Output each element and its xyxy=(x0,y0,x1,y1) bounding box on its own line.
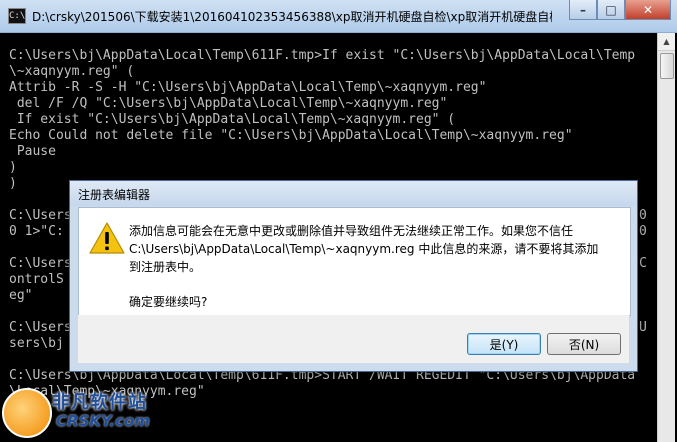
scroll-up-arrow-icon[interactable]: ▲ xyxy=(658,33,675,51)
console-titlebar[interactable]: C:\ D:\crsky\201506\下载安装1\20160410235345… xyxy=(0,0,677,33)
dialog-question: 确定要继续吗? xyxy=(129,295,208,309)
watermark-text-cn: 非凡软件站 xyxy=(52,392,147,413)
dialog-message: 添加信息可能会在无意中更改或删除值并导致组件无法继续正常工作。如果您不信任 C:… xyxy=(129,224,599,274)
console-line: ) xyxy=(9,176,17,191)
dialog-titlebar[interactable]: 注册表编辑器 xyxy=(70,181,637,206)
console-line: del /F /Q "C:\Users\bj\AppData\Local\Tem… xyxy=(9,96,448,111)
close-button[interactable]: ✕ xyxy=(625,0,671,20)
console-line: Pause xyxy=(9,144,56,159)
console-line: 0 1>"C: xyxy=(9,224,64,239)
dialog-title: 注册表编辑器 xyxy=(78,188,151,202)
console-line: Echo Could not delete file "C:\Users\bj\… xyxy=(9,128,573,143)
console-line: C:\Users\bj\AppData\Local\Temp\611F.tmp>… xyxy=(9,48,636,63)
console-fragment: 0 xyxy=(639,224,647,239)
console-fragment: 0 xyxy=(639,208,647,223)
console-fragment: U xyxy=(639,320,647,335)
window-controls: – □ ✕ xyxy=(569,0,671,20)
maximize-button[interactable]: □ xyxy=(597,0,625,20)
console-line: C:\Users xyxy=(9,208,72,223)
cmd-icon: C:\ xyxy=(8,8,26,24)
console-line: C:\Users xyxy=(9,320,72,335)
console-line: Attrib -R -S -H "C:\Users\bj\AppData\Loc… xyxy=(9,80,487,95)
crsky-logo xyxy=(2,388,52,438)
console-title: D:\crsky\201506\下载安装1\201604102353456388… xyxy=(32,10,552,24)
console-line: ontrolS xyxy=(9,272,64,287)
vertical-scrollbar[interactable]: ▲ xyxy=(657,33,675,442)
no-button[interactable]: 否(N) xyxy=(547,333,621,355)
console-line: \~xaqnyym.reg" ( xyxy=(9,64,135,79)
console-line: C:\Users xyxy=(9,256,72,271)
dialog-content: 添加信息可能会在无意中更改或删除值并导致组件无法继续正常工作。如果您不信任 C:… xyxy=(78,207,631,316)
console-line: ) xyxy=(9,160,17,175)
warning-icon xyxy=(89,222,125,254)
console-line: eg" xyxy=(9,288,33,303)
registry-editor-dialog: 注册表编辑器 添加信息可能会在无意中更改或删除值并导致组件无法继续正常工作。如果… xyxy=(69,180,638,372)
scroll-thumb[interactable] xyxy=(660,53,674,79)
console-fragment: C xyxy=(639,256,647,271)
console-line: sers\bj xyxy=(9,336,64,351)
crsky-watermark: 非凡软件站 CRSKY.com xyxy=(2,384,172,440)
watermark-text-en: CRSKY.com xyxy=(56,412,150,430)
console-line: If exist "C:\Users\bj\AppData\Local\Temp… xyxy=(9,112,456,127)
minimize-button[interactable]: – xyxy=(569,0,597,20)
yes-button[interactable]: 是(Y) xyxy=(467,333,541,355)
